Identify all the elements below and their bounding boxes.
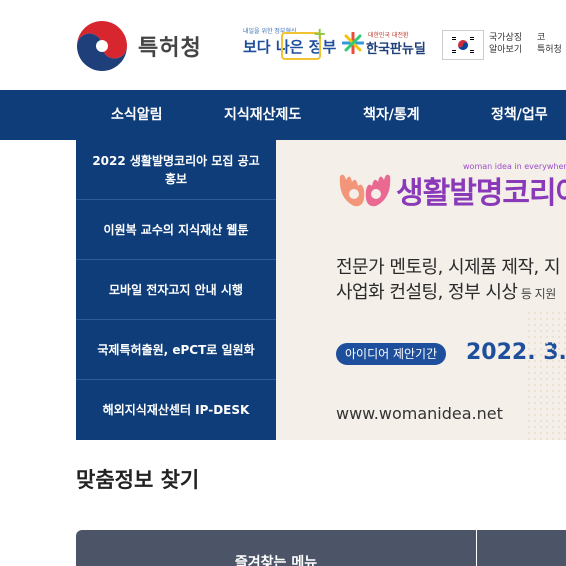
star-burst-icon: [342, 32, 364, 54]
section-title: 맞춤정보 찾기: [76, 468, 200, 492]
better-gov-banner[interactable]: 내일을 위한 정부혁신 보다 나은 정부 +: [243, 24, 336, 64]
new-deal-banner[interactable]: 대한민국 대전환 한국판뉴딜: [342, 30, 432, 64]
national-symbol-line1: 국가상징: [489, 33, 523, 43]
promo-description-line1: 전문가 멘토링, 시제품 제작, 지: [336, 257, 561, 278]
hands-logo-icon: [339, 174, 391, 207]
nav-item-ip-system[interactable]: 지식재산제도: [224, 90, 301, 140]
cut-banner-line1: 코: [537, 33, 546, 43]
favorite-menu-label: 즐겨찾는 메뉴: [234, 555, 318, 566]
new-deal-big: 한국판뉴딜: [366, 42, 426, 57]
org-name[interactable]: 특허청: [138, 30, 202, 62]
taegukgi-icon: [451, 35, 475, 55]
kipo-logo-icon[interactable]: [76, 20, 128, 72]
promo-description-tail: 등 지원: [517, 287, 556, 301]
notice-side-list: 2022 생활발명코리아 모집 공고 홍보 이원복 교수의 지식재산 웹툰 모바…: [76, 140, 276, 440]
main-nav: 소식알림 지식재산제도 책자/통계 정책/업무: [0, 90, 566, 140]
cut-banner-line2: 특허청: [537, 45, 562, 55]
nav-item-news[interactable]: 소식알림: [111, 90, 163, 140]
national-symbol-text[interactable]: 국가상징 알아보기: [489, 32, 522, 56]
promo-period-badge: 아이디어 제안기간: [336, 343, 447, 365]
national-symbol-banner[interactable]: [442, 30, 484, 60]
list-item[interactable]: 이원복 교수의 지식재산 웹툰: [76, 200, 276, 260]
favorite-menu-panel[interactable]: 즐겨찾는 메뉴: [76, 530, 476, 566]
list-item[interactable]: 국제특허출원, ePCT로 일원화: [76, 320, 276, 380]
national-symbol-line2: 알아보기: [489, 45, 523, 55]
list-item[interactable]: 모바일 전자고지 안내 시행: [76, 260, 276, 320]
dot-pattern-decoration: [526, 310, 566, 440]
cut-banner-text[interactable]: 코 특허청: [537, 32, 562, 56]
site-header: 특허청 내일을 위한 정부혁신 보다 나은 정부 + 대한민국 대전환 한국판뉴…: [0, 0, 566, 90]
promo-description-main: 사업화 컨설팅, 정부 시상: [336, 282, 518, 303]
nav-item-publications[interactable]: 책자/통계: [363, 90, 420, 140]
promo-description-line2: 사업화 컨설팅, 정부 시상 등 지원: [336, 278, 556, 304]
promo-banner[interactable]: woman idea in everywhere 생활발명코리아 전문가 멘토링…: [276, 140, 566, 440]
adjacent-panel[interactable]: [477, 530, 566, 566]
list-item[interactable]: 해외지식재산센터 IP-DESK: [76, 380, 276, 440]
promo-title: 생활발명코리아: [396, 176, 566, 211]
nav-item-policy[interactable]: 정책/업무: [491, 90, 548, 140]
promo-url[interactable]: www.womanidea.net: [336, 404, 503, 423]
list-item[interactable]: 2022 생활발명코리아 모집 공고 홍보: [76, 140, 276, 200]
plus-icon: +: [313, 24, 327, 43]
